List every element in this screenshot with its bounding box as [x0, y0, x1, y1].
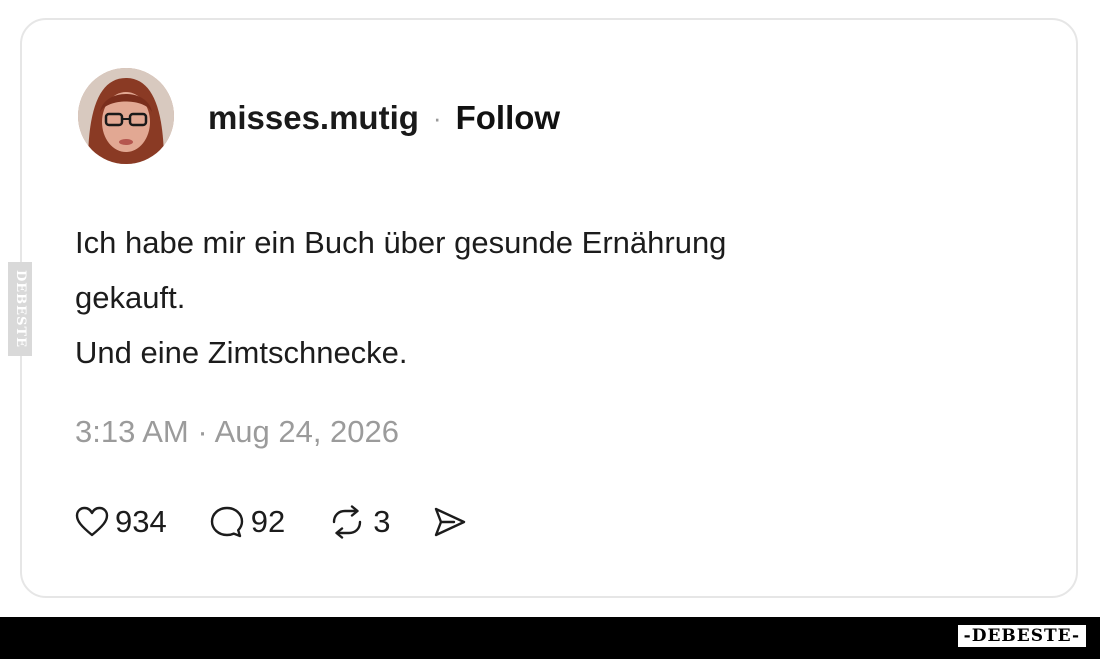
send-icon [432, 506, 468, 538]
like-count: 934 [115, 504, 167, 539]
reply-button[interactable]: 92 [209, 504, 285, 540]
avatar[interactable] [78, 68, 174, 164]
post-text-line: Und eine Zimtschnecke. [75, 335, 408, 370]
post-text-line: gekauft. [75, 280, 186, 315]
post-header: misses.mutig · Follow [208, 98, 560, 138]
post-text: Ich habe mir ein Buch über gesunde Ernäh… [75, 215, 975, 380]
heart-icon [75, 506, 109, 538]
action-bar: 934 92 3 [75, 502, 510, 542]
timestamp: 3:13 AM · Aug 24, 2026 [75, 414, 400, 449]
repost-button[interactable]: 3 [327, 504, 390, 540]
repost-count: 3 [373, 504, 391, 539]
post-card: misses.mutig · Follow Ich habe mir ein B… [20, 18, 1078, 598]
page: misses.mutig · Follow Ich habe mir ein B… [0, 0, 1100, 659]
post-text-line: Ich habe mir ein Buch über gesunde Ernäh… [75, 225, 727, 260]
avatar-image [78, 68, 174, 164]
bottom-bar: -DEBESTE- [0, 617, 1100, 659]
username[interactable]: misses.mutig [208, 99, 419, 137]
share-button[interactable] [432, 506, 468, 538]
separator-dot: · [432, 102, 442, 133]
follow-button[interactable]: Follow [456, 99, 560, 137]
reply-count: 92 [250, 504, 286, 539]
like-button[interactable]: 934 [75, 504, 167, 540]
speech-bubble-icon [209, 505, 245, 539]
repost-icon [327, 505, 367, 539]
side-watermark: DEBESTE [8, 262, 32, 356]
brand-logo: -DEBESTE- [957, 625, 1086, 647]
